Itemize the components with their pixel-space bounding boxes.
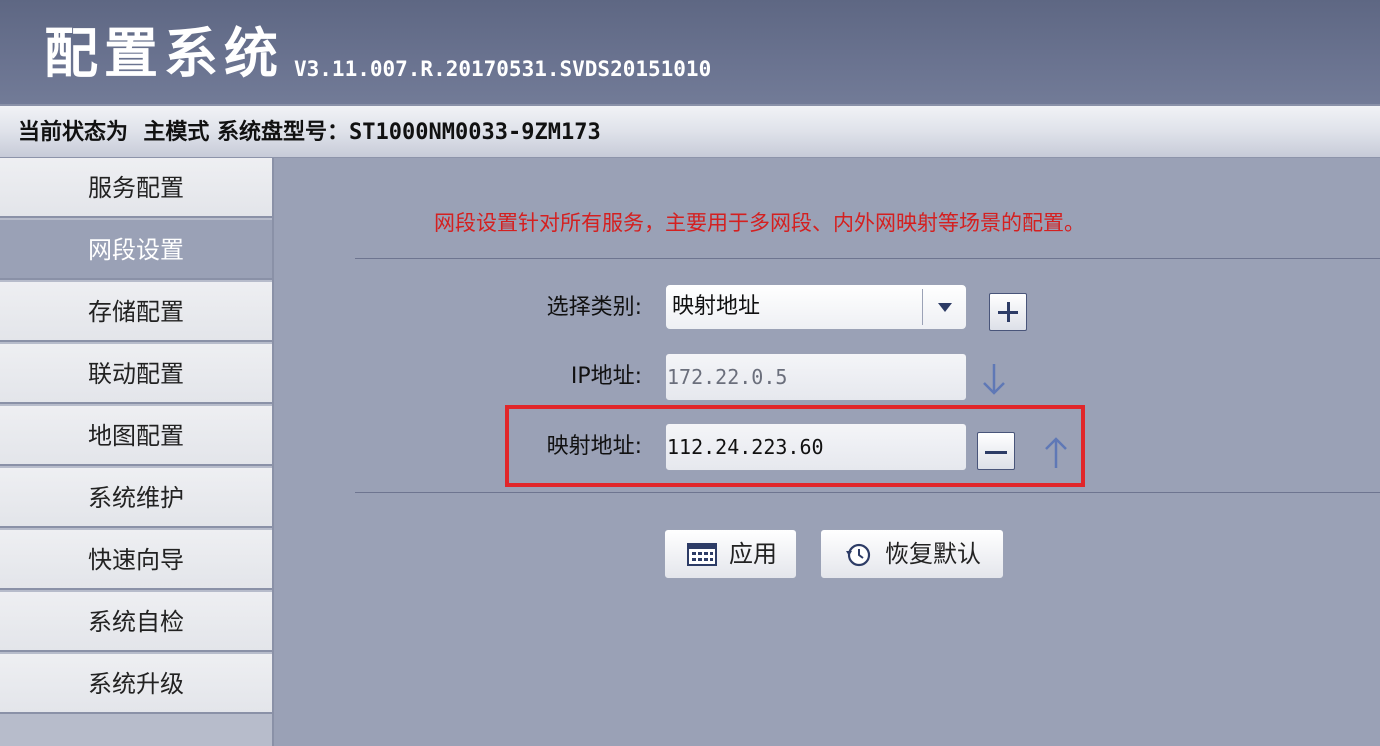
add-button[interactable]: [989, 293, 1027, 331]
remove-button[interactable]: [977, 432, 1015, 470]
sidebar-item-quick-wizard[interactable]: 快速向导: [0, 530, 272, 590]
sidebar-divider: [272, 158, 274, 746]
mapped-address-field[interactable]: 112.24.223.60: [665, 423, 967, 471]
category-select-value: 映射地址: [672, 294, 761, 319]
category-select[interactable]: 映射地址: [665, 284, 967, 330]
apply-button-label: 应用: [729, 540, 777, 568]
status-prefix: 当前状态为: [18, 120, 129, 145]
mapped-address-label: 映射地址:: [546, 434, 642, 459]
sidebar-item-system-upgrade[interactable]: 系统升级: [0, 654, 272, 714]
status-line: 当前状态为 主模式 系统盘型号：ST1000NM0033-9ZM173: [18, 118, 601, 148]
arrow-down-icon[interactable]: [982, 362, 1006, 396]
sidebar-item-storage-config[interactable]: 存储配置: [0, 282, 272, 342]
top-divider: [355, 258, 1380, 259]
disk-model-label: 系统盘型号：: [217, 120, 350, 145]
restore-default-button[interactable]: 恢复默认: [820, 529, 1004, 579]
ip-address-field[interactable]: 172.22.0.5: [665, 353, 967, 401]
disk-model-value: ST1000NM0033-9ZM173: [349, 120, 601, 145]
sidebar-item-self-check[interactable]: 系统自检: [0, 592, 272, 652]
select-separator: [922, 289, 923, 325]
sidebar-item-linkage-config[interactable]: 联动配置: [0, 344, 272, 404]
ip-address-label: IP地址:: [570, 364, 642, 389]
version-string: V3.11.007.R.20170531.SVDS20151010: [294, 57, 712, 81]
apply-button[interactable]: 应用: [664, 529, 797, 579]
status-bar: 当前状态为 主模式 系统盘型号：ST1000NM0033-9ZM173: [0, 104, 1380, 158]
sidebar-item-network-segment[interactable]: 网段设置: [0, 220, 272, 280]
restore-clock-icon: [846, 543, 871, 567]
category-label: 选择类别:: [546, 295, 642, 320]
calendar-icon: [687, 543, 717, 566]
sidebar-item-system-maintenance[interactable]: 系统维护: [0, 468, 272, 528]
sidebar-item-map-config[interactable]: 地图配置: [0, 406, 272, 466]
status-mode: 主模式: [143, 120, 210, 145]
dropdown-triangle-icon[interactable]: [938, 303, 952, 312]
title-bar: 配置系统 V3.11.007.R.20170531.SVDS20151010: [0, 0, 1380, 104]
sidebar-item-service-config[interactable]: 服务配置: [0, 158, 272, 218]
app-title: 配置系统: [44, 22, 284, 85]
arrow-up-icon[interactable]: [1044, 436, 1068, 470]
bottom-divider: [355, 492, 1380, 493]
restore-default-label: 恢复默认: [885, 540, 981, 568]
sidebar-nav: 服务配置 网段设置 存储配置 联动配置 地图配置 系统维护 快速向导 系统自检 …: [0, 158, 274, 746]
notice-text: 网段设置针对所有服务，主要用于多网段、内外网映射等场景的配置。: [434, 211, 1085, 235]
